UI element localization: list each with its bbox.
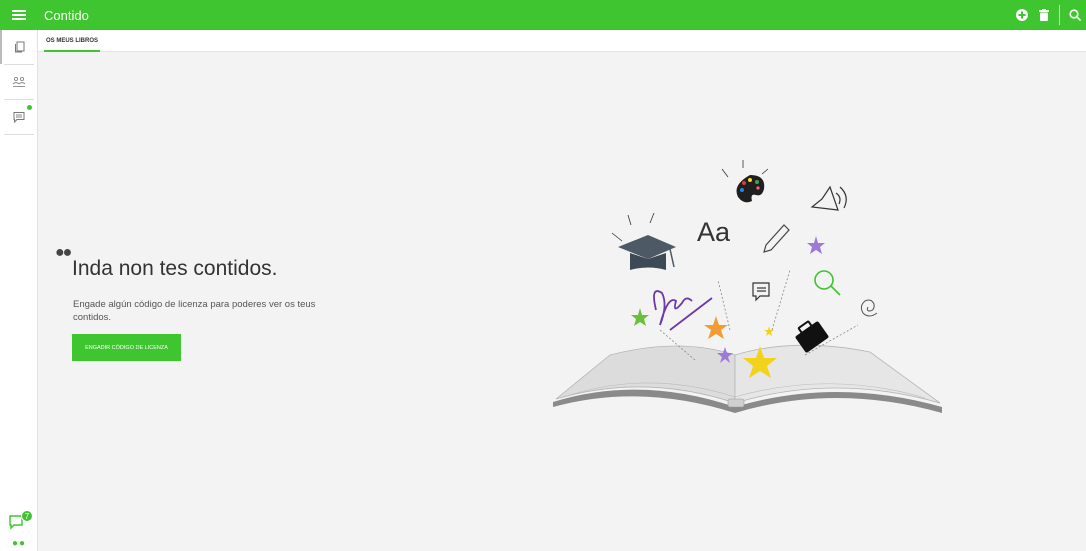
chat-button[interactable]: 7 xyxy=(8,510,33,532)
pencil-icon xyxy=(763,224,790,253)
top-actions xyxy=(1011,0,1086,30)
app-title: Contido xyxy=(44,7,89,23)
sidebar-item-books[interactable] xyxy=(0,30,38,64)
spiral-icon xyxy=(860,299,878,317)
magnifier-icon xyxy=(814,270,841,296)
speaker-icon xyxy=(810,185,847,211)
search-icon[interactable] xyxy=(1064,0,1086,30)
speech-bubble-icon xyxy=(752,282,770,302)
dots-icon: ●● xyxy=(55,244,72,261)
add-icon[interactable] xyxy=(1011,0,1033,30)
sidebar-divider xyxy=(3,134,34,135)
groups-icon xyxy=(12,76,26,87)
sidebar: 7 ●● xyxy=(0,30,38,551)
more-icon[interactable]: ●● xyxy=(0,532,38,551)
messages-icon xyxy=(13,112,25,123)
books-icon xyxy=(15,41,25,53)
book-icon xyxy=(553,344,942,413)
star-icon xyxy=(764,326,774,336)
star-icon xyxy=(704,316,728,339)
empty-state-title: Inda non tes contidos. xyxy=(72,257,278,280)
menu-icon[interactable] xyxy=(0,0,38,30)
sidebar-bottom: 7 ●● xyxy=(0,510,38,551)
palette-icon xyxy=(721,160,769,203)
open-book-illustration: Aa xyxy=(553,160,942,413)
top-divider xyxy=(1059,5,1060,25)
tabs-bar: OS MEUS LIBROS xyxy=(38,30,1086,52)
empty-state-description: Engade algún código de licenza para pode… xyxy=(73,299,316,323)
chat-badge: 7 xyxy=(21,510,33,522)
signature-icon xyxy=(653,290,713,331)
letters-text: Aa xyxy=(697,217,731,247)
top-bar: Contido xyxy=(0,0,1086,30)
graduation-cap-icon xyxy=(611,212,676,270)
star-icon xyxy=(807,236,825,254)
star-icon xyxy=(631,308,649,326)
sidebar-item-messages[interactable] xyxy=(0,100,38,134)
trash-icon[interactable] xyxy=(1033,0,1055,30)
tab-my-books[interactable]: OS MEUS LIBROS xyxy=(44,30,101,52)
notification-dot xyxy=(27,105,32,110)
sidebar-item-groups[interactable] xyxy=(0,65,38,99)
add-license-code-button[interactable]: ENGADIR CÓDIGO DE LICENZA xyxy=(72,334,181,361)
